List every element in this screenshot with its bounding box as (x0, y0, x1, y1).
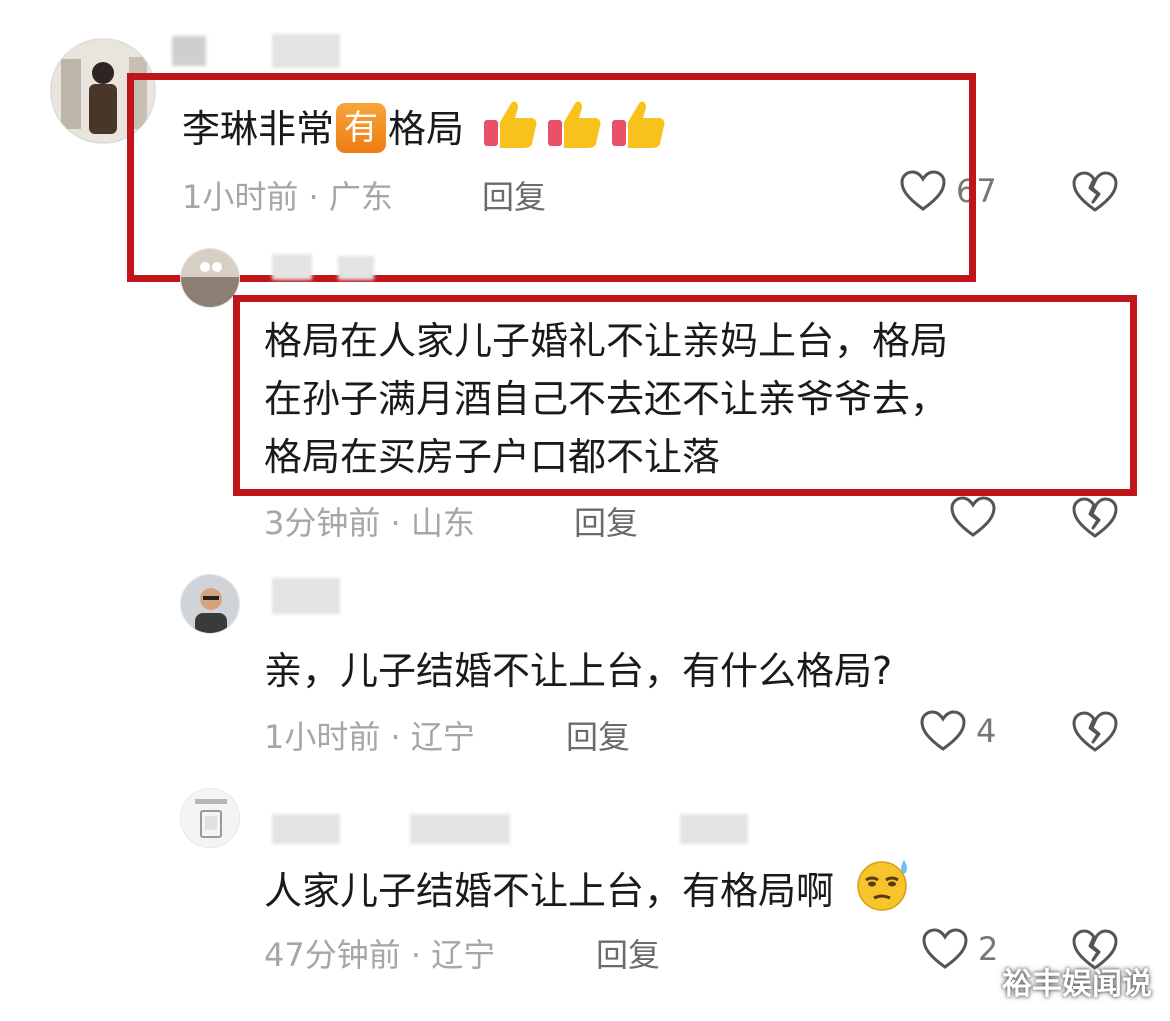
timestamp: 3分钟前 (264, 504, 381, 542)
avatar-image (181, 575, 239, 633)
heart-icon[interactable] (920, 710, 966, 756)
reply-button[interactable]: 回复 (566, 712, 630, 758)
avatar[interactable] (180, 788, 240, 848)
comment-meta: 1小时前 · 辽宁 (264, 712, 475, 758)
username-blurred (172, 36, 206, 66)
location: 辽宁 (410, 718, 475, 756)
heart-icon[interactable] (922, 928, 968, 974)
avatar[interactable] (180, 574, 240, 634)
username-blurred (410, 814, 510, 844)
separator: · (410, 936, 422, 974)
broken-heart-icon[interactable] (1072, 170, 1118, 218)
username-blurred (680, 814, 748, 844)
separator: · (390, 718, 401, 756)
username-blurred (338, 256, 374, 280)
username-blurred (272, 578, 340, 614)
comment-text: 亲，儿子结婚不让上台，有什么格局? (264, 649, 893, 693)
avatar-image (181, 789, 239, 847)
like-count: 4 (976, 712, 997, 750)
broken-heart-icon[interactable] (1072, 710, 1118, 758)
avatar-image (181, 249, 239, 307)
highlight-box (127, 73, 976, 282)
username-blurred (272, 254, 312, 280)
comment-text: 人家儿子结婚不让上台，有格局啊 (264, 856, 914, 928)
timestamp: 1小时前 (264, 718, 381, 756)
broken-heart-icon[interactable] (1072, 496, 1118, 544)
comment-meta: 3分钟前 · 山东 (264, 498, 475, 544)
location: 辽宁 (431, 936, 496, 974)
separator: · (390, 504, 401, 542)
location: 山东 (410, 504, 475, 542)
heart-icon[interactable] (950, 496, 996, 542)
like-count: 2 (978, 930, 999, 968)
sweat-smile-emoji (852, 856, 914, 928)
username-blurred (272, 814, 340, 844)
username-blurred (272, 34, 340, 68)
watermark: 裕丰娱闻说 (1002, 967, 1152, 1002)
comment-meta: 47分钟前 · 辽宁 (264, 930, 495, 976)
comment-text-part: 人家儿子结婚不让上台，有格局啊 (264, 869, 835, 913)
avatar[interactable] (180, 248, 240, 308)
reply-button[interactable]: 回复 (596, 930, 660, 976)
highlight-box (233, 295, 1137, 496)
timestamp: 47分钟前 (264, 936, 401, 974)
reply-button[interactable]: 回复 (574, 498, 638, 544)
